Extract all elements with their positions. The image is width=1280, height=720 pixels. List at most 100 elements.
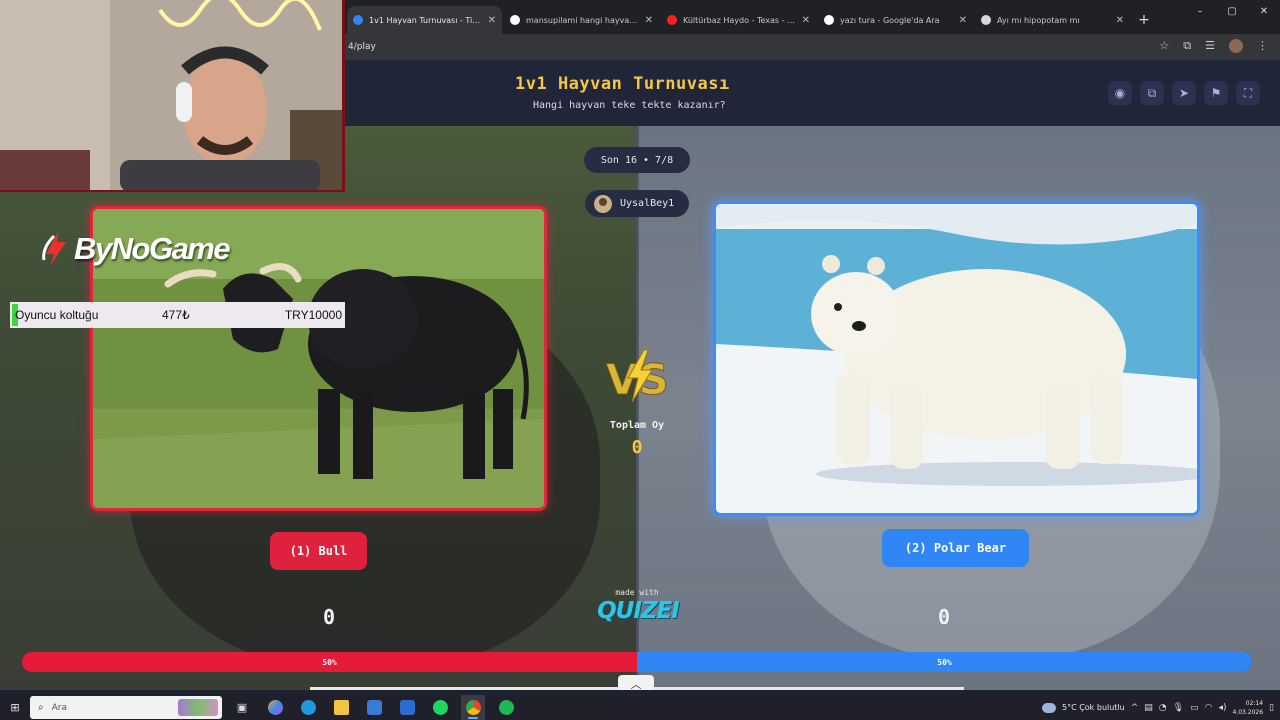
screen: 1v1 Hayvan Turnuvası - Tier Li ✕ mansupi… — [0, 0, 1280, 720]
page-favicon-icon — [981, 15, 991, 25]
copilot-icon[interactable] — [263, 695, 287, 720]
flag-icon[interactable]: ⚑ — [1204, 81, 1228, 105]
vote-polar-bear-button[interactable]: (2) Polar Bear — [882, 529, 1029, 567]
mail-icon[interactable] — [395, 695, 419, 720]
sponsor-name: ByNoGame — [74, 231, 231, 266]
tab-title: Ayı mı hipopotam mı — [997, 15, 1080, 25]
chrome-icon[interactable] — [461, 695, 485, 720]
maximize-button[interactable]: ▢ — [1216, 6, 1248, 17]
tab-close-icon[interactable]: ✕ — [645, 15, 653, 26]
header-toolbar: ◉ ⧉ ➤ ⚑ ⛶ — [1108, 81, 1260, 105]
page-subtitle: Hangi hayvan teke tekte kazanır? — [533, 100, 726, 111]
browser-tab-1[interactable]: 1v1 Hayvan Turnuvası - Tier Li ✕ — [347, 6, 502, 34]
new-tab-button[interactable]: + — [1132, 6, 1156, 34]
webcam-overlay — [0, 0, 345, 192]
bull-score: 0 — [322, 605, 336, 629]
tab-close-icon[interactable]: ✕ — [802, 15, 810, 26]
close-window-button[interactable]: ✕ — [1248, 6, 1280, 17]
made-with-label: made with — [615, 588, 659, 597]
fullscreen-icon[interactable]: ⛶ — [1236, 81, 1260, 105]
tab-strip: 1v1 Hayvan Turnuvası - Tier Li ✕ mansupi… — [345, 0, 1280, 34]
edge-icon[interactable] — [296, 695, 320, 720]
tab-close-icon[interactable]: ✕ — [488, 15, 496, 26]
browser-tab-5[interactable]: Ayı mı hipopotam mı ✕ — [975, 6, 1130, 34]
windows-start-icon[interactable]: ⊞ — [0, 695, 30, 720]
menu-kebab-icon[interactable]: ⋮ — [1257, 39, 1268, 53]
polar-bear-score: 0 — [937, 605, 951, 629]
bynogame-mark-icon — [42, 232, 66, 266]
share-icon[interactable]: ⧉ — [1140, 81, 1164, 105]
search-placeholder: Ara — [51, 702, 67, 713]
clock[interactable]: 02:14 4.03.2026 — [1233, 699, 1264, 717]
polar-bear-percent-bar: 50% — [637, 652, 1252, 672]
volume-icon[interactable]: ◂) — [1218, 703, 1226, 713]
streaming-app-icon[interactable] — [494, 695, 518, 720]
vote-bull-button[interactable]: (1) Bull — [270, 532, 367, 570]
chevron-up-icon[interactable]: ︿ — [618, 675, 654, 690]
vote-progress-bar: 50% 50% — [22, 652, 1252, 672]
extensions-icon[interactable]: ⧉ — [1183, 39, 1191, 53]
chevron-up-icon[interactable]: ^ — [1131, 703, 1139, 713]
username: UysalBey1 — [620, 198, 675, 209]
eye-icon[interactable]: ◉ — [1108, 81, 1132, 105]
tab-title: Kültürbaz Haydo - Texas - YouT — [683, 15, 798, 25]
tab-title: 1v1 Hayvan Turnuvası - Tier Li — [369, 15, 484, 25]
tab-close-icon[interactable]: ✕ — [1116, 15, 1124, 26]
total-votes-label: Toplam Oy — [609, 420, 665, 431]
calculator-icon[interactable] — [362, 695, 386, 720]
wifi-icon[interactable]: ◠ — [1205, 703, 1213, 713]
network-icon[interactable]: ◔ — [1159, 703, 1167, 713]
vs-icon: VS — [604, 348, 670, 405]
taskbar-search[interactable]: ⌕ Ara — [30, 696, 222, 719]
file-explorer-icon[interactable] — [329, 695, 353, 720]
polar-bear-image — [716, 204, 1197, 513]
search-icon: ⌕ — [38, 702, 44, 713]
address-bar[interactable]: 4/play ☆ ⧉ ☰ ⋮ — [345, 34, 1280, 60]
cloud-icon — [1041, 702, 1056, 713]
clock-time: 02:14 — [1245, 699, 1264, 707]
google-favicon-icon — [824, 15, 834, 25]
address-bar-actions: ☆ ⧉ ☰ ⋮ — [1159, 39, 1268, 53]
google-favicon-icon — [510, 15, 520, 25]
bull-percent-bar: 50% — [22, 652, 637, 672]
avatar — [594, 194, 612, 213]
tray-app-icon[interactable]: ▤ — [1144, 703, 1153, 713]
browser-tab-4[interactable]: yazı tura - Google'da Ara ✕ — [818, 6, 973, 34]
taskbar-apps: ▣ — [230, 695, 518, 720]
battery-icon[interactable]: ▭ — [1190, 703, 1199, 713]
browser-window-chrome: 1v1 Hayvan Turnuvası - Tier Li ✕ mansupi… — [345, 0, 1280, 60]
tab-favicon-icon — [353, 15, 363, 25]
user-badge: UysalBey1 — [585, 190, 689, 217]
clock-date: 4.03.2026 — [1232, 708, 1264, 716]
windows-taskbar: ⊞ ⌕ Ara ▣ 5°C Çok bulutlu ^ ▤ ◔ 🎙 ▭ ◠ ◂)… — [0, 695, 1280, 720]
polar-bear-card[interactable] — [713, 201, 1200, 516]
tab-title: mansupilami hangi hayvan - Go — [526, 15, 641, 25]
sponsor-logo: ByNoGame — [40, 230, 231, 268]
youtube-favicon-icon — [667, 15, 677, 25]
ticker-price: 477₺ — [162, 308, 190, 322]
donation-ticker: Oyuncu koltuğu 477₺ TRY10000 — [10, 302, 345, 328]
browser-tab-3[interactable]: Kültürbaz Haydo - Texas - YouT ✕ — [661, 6, 816, 34]
notification-icon[interactable]: ▯ — [1269, 703, 1274, 713]
weather-text[interactable]: 5°C Çok bulutlu — [1062, 703, 1125, 712]
round-badge: Son 16 • 7/8 — [584, 147, 690, 173]
page-title: 1v1 Hayvan Turnuvası — [515, 74, 730, 94]
search-highlight-image — [178, 699, 218, 716]
sidebar-icon[interactable]: ☰ — [1205, 39, 1215, 53]
spotify-icon[interactable] — [428, 695, 452, 720]
total-votes-value: 0 — [631, 437, 643, 458]
url-text[interactable]: 4/play — [345, 42, 376, 52]
tab-close-icon[interactable]: ✕ — [959, 15, 967, 26]
quizei-logo[interactable]: QUIZEI — [592, 598, 684, 624]
tab-title: yazı tura - Google'da Ara — [840, 15, 940, 25]
system-tray: 5°C Çok bulutlu ^ ▤ ◔ 🎙 ▭ ◠ ◂) 02:14 4.0… — [1041, 695, 1274, 720]
browser-tab-2[interactable]: mansupilami hangi hayvan - Go ✕ — [504, 6, 659, 34]
bookmark-star-icon[interactable]: ☆ — [1159, 39, 1169, 53]
send-icon[interactable]: ➤ — [1172, 81, 1196, 105]
profile-avatar[interactable] — [1229, 39, 1243, 53]
minimize-button[interactable]: – — [1184, 6, 1216, 17]
microphone-icon[interactable]: 🎙 — [1173, 703, 1184, 713]
ticker-item: Oyuncu koltuğu — [15, 308, 99, 322]
ticker-prize: TRY10000 — [284, 308, 342, 322]
task-view-icon[interactable]: ▣ — [230, 695, 254, 720]
